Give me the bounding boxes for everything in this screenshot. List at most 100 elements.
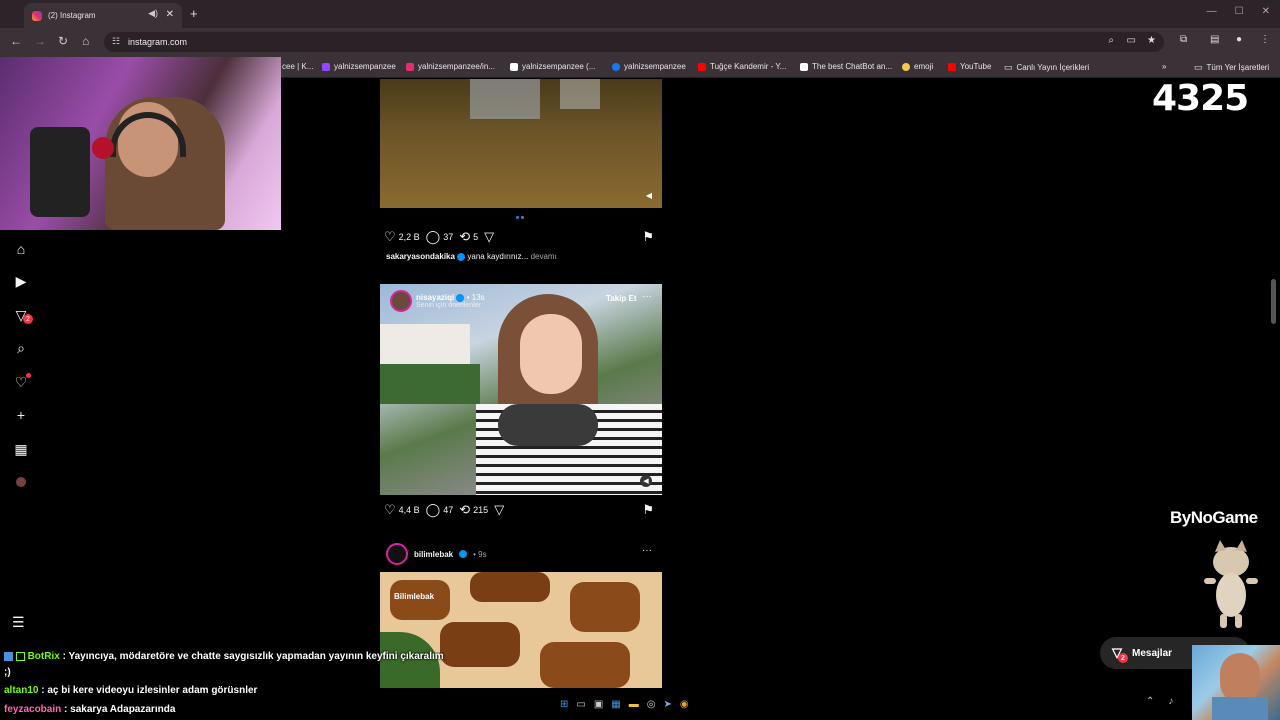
- follow-button[interactable]: Takip Et: [606, 294, 637, 303]
- avatar[interactable]: [386, 543, 408, 565]
- site-info-icon[interactable]: ☷: [112, 36, 120, 47]
- url-text: instagram.com: [128, 37, 188, 47]
- file-explorer-icon[interactable]: ▬: [629, 699, 639, 710]
- verified-icon: [456, 293, 465, 302]
- app-icon[interactable]: ◎: [647, 699, 656, 710]
- caption-username[interactable]: sakaryasondakika: [386, 252, 455, 261]
- chat-text: ;): [4, 667, 11, 678]
- like-icon[interactable]: ♡: [384, 502, 396, 518]
- messages-icon[interactable]: ▽ 2: [10, 304, 33, 326]
- tab-close-icon[interactable]: ✕: [166, 9, 174, 20]
- more-options-icon[interactable]: ···: [642, 291, 652, 302]
- save-icon[interactable]: ⚑: [642, 229, 654, 245]
- save-icon[interactable]: ⚑: [642, 502, 654, 518]
- scrollbar[interactable]: [1271, 279, 1276, 324]
- zoom-icon[interactable]: ⌕: [1108, 35, 1114, 46]
- menu-kebab-icon[interactable]: ⋮: [1260, 34, 1270, 45]
- chrome-icon[interactable]: ◉: [680, 699, 689, 710]
- bookmark-item[interactable]: YouTube: [948, 62, 991, 71]
- post-media[interactable]: nisayaziqi • 13s Senin için önerilenler …: [380, 284, 662, 495]
- minimize-icon[interactable]: —: [1207, 6, 1217, 17]
- avatar[interactable]: [390, 290, 412, 312]
- extensions-icon[interactable]: ⧉: [1180, 34, 1187, 45]
- chatbot-icon: [800, 62, 808, 71]
- search-icon[interactable]: ▭: [576, 699, 585, 710]
- close-window-icon[interactable]: ✕: [1262, 6, 1270, 17]
- bookmark-item[interactable]: Tuğçe Kandemir - Y...: [698, 62, 786, 71]
- post-media[interactable]: Bilimlebak: [380, 572, 662, 688]
- post-caption: sakaryasondakika yana kaydırınız... deva…: [386, 252, 557, 261]
- dashboard-icon[interactable]: ▦: [10, 438, 32, 460]
- maximize-icon[interactable]: ☐: [1235, 6, 1244, 17]
- post-media[interactable]: ◀: [380, 79, 662, 208]
- bookmark-star-icon[interactable]: ★: [1147, 35, 1156, 46]
- window-controls: — ☐ ✕: [1207, 6, 1270, 17]
- giraffe-spot: [540, 642, 630, 688]
- bookmark-item[interactable]: cee | K...: [282, 62, 313, 71]
- cast-icon[interactable]: ▭: [1127, 35, 1136, 46]
- reels-icon[interactable]: ▶: [10, 270, 32, 292]
- verified-icon: [459, 550, 468, 558]
- system-tray: ⌃ ♪: [1146, 696, 1173, 707]
- search-icon[interactable]: ⌕: [10, 337, 32, 359]
- folder-icon: ▭: [1004, 62, 1013, 72]
- back-icon[interactable]: ←: [10, 34, 22, 48]
- share-icon[interactable]: ▽: [484, 229, 494, 245]
- bookmark-item[interactable]: yalnizsempanzee (...: [510, 62, 595, 71]
- emoji-icon: [902, 62, 910, 71]
- comment-icon[interactable]: ◯: [426, 502, 441, 518]
- app-icon[interactable]: ▦: [611, 699, 620, 710]
- start-icon[interactable]: ⊞: [560, 699, 568, 710]
- repost-icon[interactable]: ⟲: [459, 502, 470, 518]
- post-username[interactable]: bilimlebak: [414, 550, 453, 559]
- bookmark-item[interactable]: yalnizsempanzee: [322, 62, 396, 71]
- bookmark-item[interactable]: The best ChatBot an...: [800, 62, 892, 71]
- more-menu-icon[interactable]: ☰: [12, 614, 25, 631]
- new-tab-button[interactable]: +: [190, 6, 198, 21]
- os-taskbar: ⊞ ▭ ▣ ▦ ▬ ◎ ➤ ◉: [560, 694, 730, 714]
- post-username[interactable]: nisayaziqi: [416, 293, 454, 302]
- youtube-icon: [948, 62, 956, 71]
- home-icon[interactable]: ⌂: [82, 34, 89, 48]
- gaming-chair: [30, 127, 90, 217]
- tab-audio-icon[interactable]: ◀): [148, 8, 158, 19]
- microphone-icon[interactable]: ♪: [1168, 696, 1173, 707]
- post-header: nisayaziqi • 13s Senin için önerilenler: [390, 290, 485, 312]
- comment-count: 37: [443, 232, 454, 242]
- bookmark-item[interactable]: emoji: [902, 62, 933, 71]
- notification-dot: [26, 373, 31, 378]
- caption-more-link[interactable]: devamı: [531, 252, 557, 261]
- profile-icon[interactable]: ●: [1236, 34, 1242, 45]
- notifications-heart-icon[interactable]: ♡: [10, 371, 32, 393]
- bookmark-item[interactable]: yalnizsempanzee/in...: [406, 62, 495, 71]
- mute-icon[interactable]: ◀: [640, 475, 652, 487]
- dancing-cat-icon: [1204, 540, 1258, 628]
- mute-icon[interactable]: ◀: [646, 191, 652, 200]
- tray-chevron-icon[interactable]: ⌃: [1146, 696, 1154, 707]
- create-icon[interactable]: +: [10, 404, 32, 426]
- more-options-icon[interactable]: ···: [642, 545, 652, 556]
- messages-label: Mesajlar: [1132, 647, 1173, 659]
- profile-avatar[interactable]: [10, 471, 32, 493]
- telegram-icon[interactable]: ➤: [663, 699, 671, 710]
- reload-icon[interactable]: ↻: [58, 34, 68, 48]
- url-bar[interactable]: ☷ instagram.com ⌕ ▭ ★: [104, 32, 1164, 52]
- all-bookmarks[interactable]: ▭ Tüm Yer İşaretleri: [1194, 62, 1269, 73]
- task-view-icon[interactable]: ▣: [594, 699, 603, 710]
- repost-count: 5: [473, 232, 479, 242]
- address-toolbar: ← → ↻ ⌂ ☷ instagram.com ⌕ ▭ ★ ⧉ ▤ ● ⋮: [0, 28, 1280, 56]
- share-icon[interactable]: ▽: [494, 502, 504, 518]
- sidebar-icon[interactable]: ▤: [1210, 34, 1219, 45]
- chat-username: altan10: [4, 685, 39, 696]
- repost-icon[interactable]: ⟲: [459, 229, 470, 245]
- comment-icon[interactable]: ◯: [426, 229, 441, 245]
- more-bookmarks-icon[interactable]: »: [1162, 62, 1166, 71]
- carousel-dots: [516, 216, 526, 219]
- bookmark-folder[interactable]: ▭ Canlı Yayın İçerikleri: [1004, 62, 1089, 73]
- bookmark-item[interactable]: yalnizsempanzee: [612, 62, 686, 71]
- instagram-icon: [406, 62, 414, 71]
- forward-icon[interactable]: →: [34, 34, 46, 48]
- home-icon[interactable]: ⌂: [10, 238, 32, 260]
- browser-tab[interactable]: (2) Instagram ◀) ✕: [24, 3, 182, 28]
- like-icon[interactable]: ♡: [384, 229, 396, 245]
